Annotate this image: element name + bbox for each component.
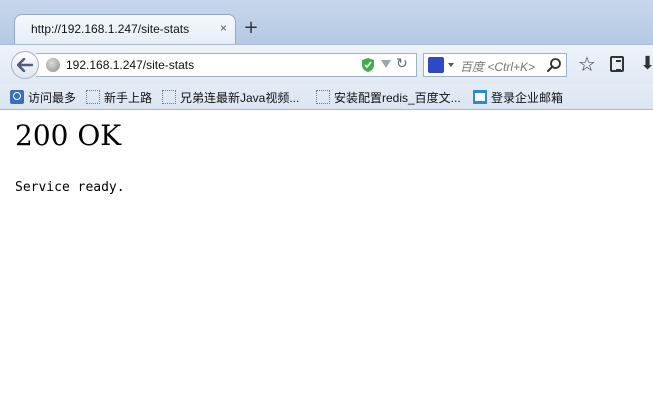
mail-icon — [473, 90, 487, 104]
tab-title: http://192.168.1.247/site-stats — [31, 22, 190, 36]
bookmark-java-video[interactable]: 兄弟连最新Java视频... — [162, 89, 299, 105]
bookmark-label: 安装配置redis_百度文... — [334, 90, 461, 105]
tab-site-stats[interactable]: http://192.168.1.247/site-stats × — [14, 14, 236, 44]
bookmark-enterprise-mail[interactable]: 登录企业邮箱 — [473, 89, 563, 105]
most-visited-icon — [10, 90, 24, 104]
bookmarks-toolbar: 访问最多 新手上路 兄弟连最新Java视频... 安装配置redis_百度文..… — [0, 84, 653, 110]
placeholder-icon — [316, 90, 330, 104]
bookmark-star-icon[interactable]: ☆ — [578, 54, 596, 74]
back-button[interactable] — [11, 51, 39, 79]
search-engine-icon[interactable] — [428, 57, 444, 73]
shield-icon[interactable] — [361, 57, 375, 77]
back-arrow-icon — [17, 58, 33, 72]
page-title: 200 OK — [15, 119, 122, 152]
page-content: 200 OK Service ready. — [0, 110, 653, 410]
bookmark-getting-started[interactable]: 新手上路 — [86, 89, 152, 105]
placeholder-icon — [86, 90, 100, 104]
bookmark-redis-config[interactable]: 安装配置redis_百度文... — [316, 89, 461, 105]
bookmark-most-visited[interactable]: 访问最多 — [10, 89, 76, 105]
download-icon[interactable]: ⬇ — [640, 55, 653, 73]
navigation-toolbar: 192.168.1.247/site-stats ↻ 百度 <Ctrl+K> ☆… — [0, 44, 653, 84]
url-dropdown-icon[interactable] — [381, 60, 391, 68]
engine-dropdown-icon[interactable] — [448, 63, 454, 67]
reader-icon[interactable] — [610, 56, 624, 72]
reload-icon[interactable]: ↻ — [396, 56, 408, 72]
bookmark-label: 登录企业邮箱 — [491, 90, 564, 105]
placeholder-icon — [162, 90, 176, 104]
address-bar[interactable]: 192.168.1.247/site-stats ↻ — [36, 53, 417, 77]
bookmark-label: 访问最多 — [28, 90, 77, 105]
globe-icon — [46, 58, 60, 72]
bookmark-label: 兄弟连最新Java视频... — [180, 90, 300, 105]
search-placeholder[interactable]: 百度 <Ctrl+K> — [460, 58, 535, 75]
url-text[interactable]: 192.168.1.247/site-stats — [66, 58, 194, 72]
tab-close-icon[interactable]: × — [220, 21, 227, 35]
search-bar[interactable]: 百度 <Ctrl+K> — [423, 53, 567, 77]
bookmark-label: 新手上路 — [104, 90, 153, 105]
magnifier-icon[interactable] — [546, 57, 562, 77]
new-tab-button[interactable]: + — [242, 18, 260, 38]
page-body-text: Service ready. — [15, 180, 125, 195]
tab-strip: http://192.168.1.247/site-stats × + — [0, 0, 653, 44]
